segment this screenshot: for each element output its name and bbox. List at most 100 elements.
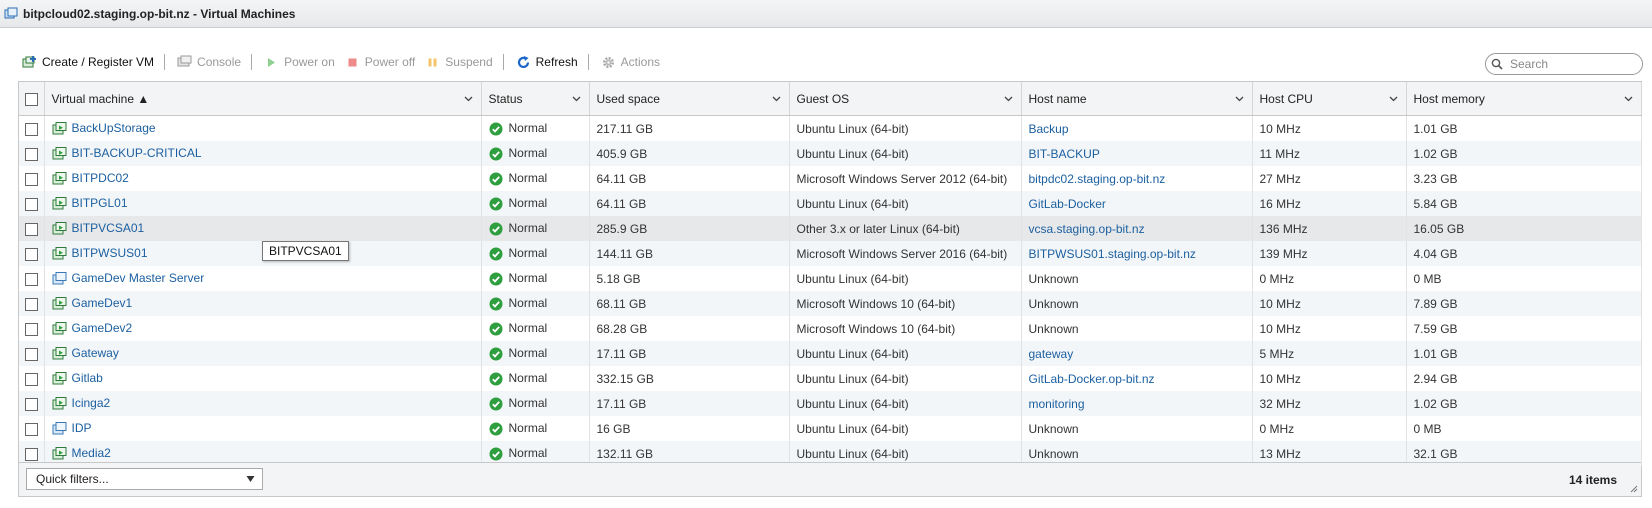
actions-button[interactable]: Actions: [601, 55, 660, 70]
refresh-label: Refresh: [535, 55, 578, 69]
used-space-cell: 332.15 GB: [589, 366, 790, 391]
vm-name-link[interactable]: BITPVCSA01: [72, 221, 145, 235]
vm-name-link[interactable]: BITPDC02: [72, 171, 129, 185]
vm-name-link[interactable]: GameDev2: [72, 321, 133, 335]
used-space-cell: 405.9 GB: [589, 141, 790, 166]
item-count: 14 items: [1568, 473, 1617, 487]
host-name-link[interactable]: BIT-BACKUP: [1029, 147, 1100, 161]
column-label-host-name: Host name: [1028, 91, 1087, 106]
console-icon: [177, 55, 192, 66]
console-button[interactable]: Console: [177, 55, 241, 70]
chevron-down-icon[interactable]: [1389, 94, 1398, 103]
table-row[interactable]: Gateway Normal 17.11 GB Ubuntu Linux (64-bi…: [19, 341, 1642, 366]
column-header-used-space[interactable]: Used space: [589, 82, 790, 116]
row-checkbox[interactable]: [24, 297, 38, 311]
vm-name-link[interactable]: BITPGL01: [72, 196, 128, 210]
vm-name-link[interactable]: BIT-BACKUP-CRITICAL: [72, 146, 202, 160]
table-row[interactable]: BITPDC02 Normal 64.11 GB Microsoft Windows …: [19, 166, 1642, 191]
column-header-host-memory[interactable]: Host memory: [1406, 82, 1642, 116]
column-header-host-cpu[interactable]: Host CPU: [1252, 82, 1407, 116]
row-checkbox[interactable]: [24, 222, 38, 236]
table-row[interactable]: Icinga2 Normal 17.11 GB Ubuntu Linux (64-bi…: [19, 391, 1642, 416]
table-row[interactable]: BIT-BACKUP-CRITICAL Normal 405.9 GB Ubuntu …: [19, 141, 1642, 166]
row-checkbox[interactable]: [24, 122, 38, 136]
host-name-link[interactable]: BITPWSUS01.staging.op-bit.nz: [1029, 247, 1196, 261]
power-on-button[interactable]: Power on: [264, 55, 335, 70]
row-checkbox[interactable]: [24, 397, 38, 411]
power-off-button[interactable]: Power off: [345, 55, 415, 70]
row-checkbox[interactable]: [24, 147, 38, 161]
vm-powered-on-icon: [52, 222, 66, 235]
host-name-link[interactable]: vcsa.staging.op-bit.nz: [1029, 222, 1145, 236]
vm-window-icon: [4, 7, 18, 18]
table-row[interactable]: BITPGL01 Normal 64.11 GB Ubuntu Linux (64-b…: [19, 191, 1642, 216]
vm-name-link[interactable]: Gitlab: [72, 371, 103, 385]
chevron-down-icon[interactable]: [772, 94, 781, 103]
search-box[interactable]: [1485, 53, 1643, 75]
row-checkbox[interactable]: [24, 372, 38, 386]
row-checkbox[interactable]: [24, 422, 38, 436]
vm-name-link[interactable]: BackUpStorage: [72, 121, 156, 135]
column-header-host-name[interactable]: Host name: [1021, 82, 1253, 116]
host-name-link[interactable]: bitpdc02.staging.op-bit.nz: [1029, 172, 1166, 186]
guest-os-cell: Microsoft Windows Server 2012 (64-bit): [789, 166, 1022, 191]
chevron-down-icon[interactable]: [1624, 94, 1633, 103]
vm-name-link[interactable]: Gateway: [72, 346, 119, 360]
row-checkbox[interactable]: [24, 197, 38, 211]
row-checkbox[interactable]: [24, 247, 38, 261]
row-checkbox[interactable]: [24, 172, 38, 186]
row-checkbox[interactable]: [24, 272, 38, 286]
vm-name-link[interactable]: BITPWSUS01: [72, 246, 148, 260]
vm-name-link[interactable]: Icinga2: [72, 396, 111, 410]
quick-filters-select[interactable]: Quick filters...: [26, 468, 263, 490]
table-row[interactable]: BITPVCSA01 Normal 285.9 GB Other 3.x or lat…: [19, 216, 1642, 241]
status-text: Normal: [508, 396, 548, 411]
grid-footer: Quick filters... 14 items: [19, 462, 1641, 496]
vm-name-link[interactable]: IDP: [72, 421, 92, 435]
chevron-down-icon[interactable]: [1235, 94, 1244, 103]
column-header-virtual-machine[interactable]: Virtual machine ▲: [44, 82, 482, 116]
host-cpu-cell: 16 MHz: [1252, 191, 1407, 216]
row-checkbox[interactable]: [24, 447, 38, 461]
table-row[interactable]: GameDev1 Normal 68.11 GB Microsoft Windows …: [19, 291, 1642, 316]
column-header-guest-os[interactable]: Guest OS: [789, 82, 1022, 116]
create-vm-icon: [22, 55, 36, 67]
row-checkbox[interactable]: [24, 347, 38, 361]
search-input[interactable]: [1508, 56, 1632, 72]
dropdown-arrow-icon: [246, 476, 255, 482]
vm-name-link[interactable]: GameDev Master Server: [72, 271, 205, 285]
suspend-button[interactable]: Suspend: [425, 55, 493, 70]
host-name-cell: BITPWSUS01.staging.op-bit.nz: [1021, 241, 1253, 266]
table-row[interactable]: Gitlab Normal 332.15 GB Ubuntu Linux (64-bi…: [19, 366, 1642, 391]
table-row[interactable]: BackUpStorage Normal 217.11 GB Ubuntu Linux…: [19, 115, 1642, 141]
status-text: Normal: [508, 446, 548, 461]
status-ok-icon: [489, 372, 502, 386]
resize-grip-icon[interactable]: [1630, 485, 1638, 493]
vm-powered-on-icon: [52, 247, 66, 260]
host-name-link[interactable]: monitoring: [1029, 397, 1085, 411]
host-memory-cell: 3.23 GB: [1406, 166, 1642, 191]
host-name-link[interactable]: GitLab-Docker: [1029, 197, 1106, 211]
guest-os-cell: Microsoft Windows 10 (64-bit): [789, 291, 1022, 316]
chevron-down-icon[interactable]: [1004, 94, 1013, 103]
gear-icon: [602, 56, 614, 68]
create-register-vm-button[interactable]: Create / Register VM: [22, 55, 154, 70]
vm-name-link[interactable]: GameDev1: [72, 296, 133, 310]
host-name-link[interactable]: Backup: [1029, 122, 1069, 136]
vm-name-link[interactable]: Media2: [72, 446, 111, 460]
column-header-status[interactable]: Status: [481, 82, 590, 116]
host-cpu-cell: 0 MHz: [1252, 266, 1407, 291]
refresh-button[interactable]: Refresh: [516, 55, 578, 70]
select-all-checkbox[interactable]: [24, 92, 38, 106]
row-checkbox[interactable]: [24, 322, 38, 336]
table-row[interactable]: GameDev Master Server Normal 5.18 GB Ubuntu…: [19, 266, 1642, 291]
host-memory-cell: 2.94 GB: [1406, 366, 1642, 391]
host-name-link[interactable]: gateway: [1029, 347, 1074, 361]
table-row[interactable]: GameDev2 Normal 68.28 GB Microsoft Windows …: [19, 316, 1642, 341]
chevron-down-icon[interactable]: [572, 94, 581, 103]
chevron-down-icon[interactable]: [464, 94, 473, 103]
status-ok-icon: [489, 297, 502, 311]
table-row[interactable]: IDP Normal 16 GB Ubuntu Linux (64-bit) Unkno…: [19, 416, 1642, 441]
quick-filters-label: Quick filters...: [36, 472, 109, 486]
host-name-link[interactable]: GitLab-Docker.op-bit.nz: [1029, 372, 1155, 386]
